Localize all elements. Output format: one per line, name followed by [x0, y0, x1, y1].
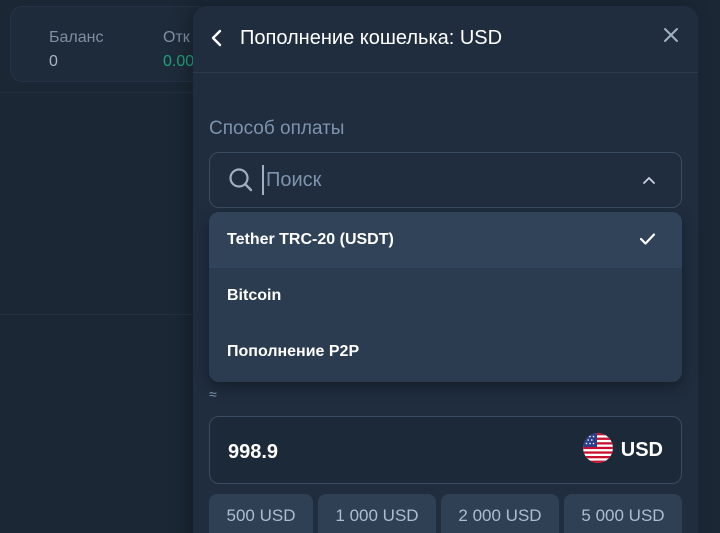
- search-input[interactable]: [262, 165, 622, 195]
- chevron-up-icon[interactable]: [641, 172, 657, 188]
- payment-method-select[interactable]: [209, 152, 682, 208]
- option-label: Tether TRC-20 (USDT): [227, 231, 394, 248]
- us-flag-icon: [583, 433, 613, 463]
- modal-title: Пополнение кошелька: USD: [240, 27, 503, 49]
- payment-method-label: Способ оплаты: [209, 118, 345, 139]
- preset-2000-button[interactable]: 2 000 USD: [441, 494, 559, 533]
- preset-500-button[interactable]: 500 USD: [209, 494, 313, 533]
- option-p2p[interactable]: Пополнение P2P: [209, 324, 682, 380]
- amount-value[interactable]: 998.9: [228, 441, 278, 464]
- search-icon: [229, 168, 253, 192]
- option-bitcoin[interactable]: Bitcoin: [209, 268, 682, 324]
- close-icon[interactable]: [660, 24, 682, 46]
- second-stat: Отк 0.00: [163, 29, 194, 71]
- modal-header: Пополнение кошелька: USD: [193, 6, 698, 73]
- balance-label: Баланс: [49, 29, 104, 46]
- option-tether-trc20[interactable]: Tether TRC-20 (USDT): [209, 212, 682, 268]
- option-label: Bitcoin: [227, 287, 282, 304]
- background-divider: [0, 92, 195, 93]
- currency-label: USD: [620, 439, 663, 461]
- preset-5000-button[interactable]: 5 000 USD: [564, 494, 682, 533]
- second-stat-value: 0.00: [163, 53, 195, 70]
- balance-value: 0: [49, 53, 58, 70]
- chevron-left-icon[interactable]: [207, 28, 227, 48]
- amount-presets: 500 USD 1 000 USD 2 000 USD 5 000 USD: [209, 494, 682, 533]
- deposit-modal: Пополнение кошелька: USD Способ оплаты T…: [193, 6, 698, 533]
- payment-method-dropdown: Tether TRC-20 (USDT) Bitcoin Пополнение …: [209, 212, 682, 382]
- option-label: Пополнение P2P: [227, 343, 360, 360]
- check-icon: [639, 233, 656, 245]
- preset-1000-button[interactable]: 1 000 USD: [318, 494, 436, 533]
- balance-stat: Баланс 0: [49, 29, 103, 71]
- second-stat-label: Отк: [163, 29, 190, 46]
- balance-card: Баланс 0 Отк 0.00: [10, 6, 210, 82]
- background-divider: [0, 314, 195, 315]
- amount-field[interactable]: 998.9 USD: [209, 416, 682, 484]
- approx-symbol: ≈: [209, 386, 217, 402]
